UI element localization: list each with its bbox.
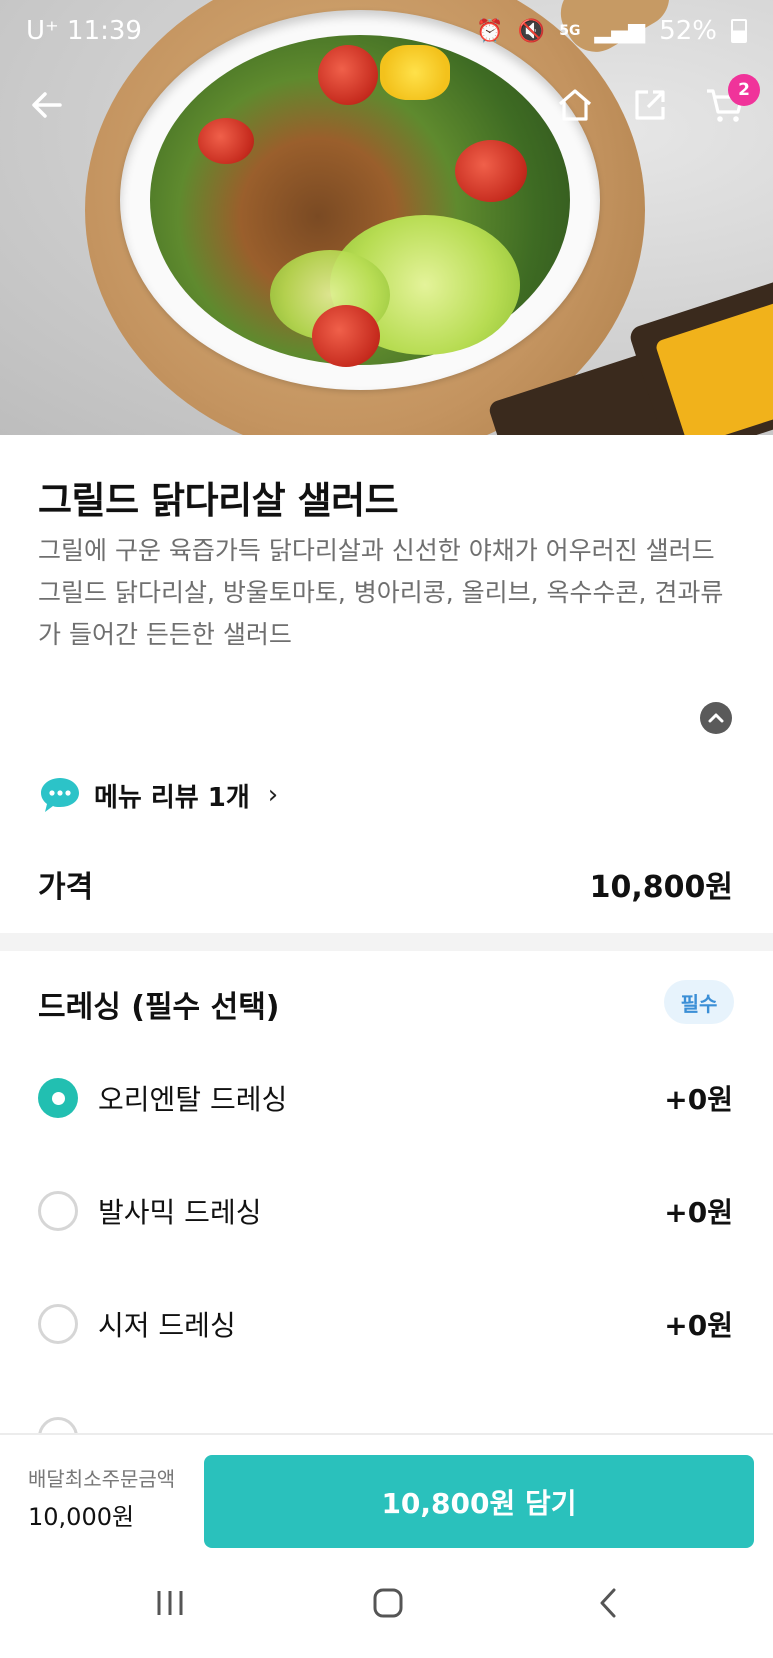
- dressing-option[interactable]: 오리엔탈 드레싱 +0원: [38, 1068, 733, 1128]
- signal-icon: ▂▄▆: [594, 18, 646, 44]
- tomato: [455, 140, 527, 202]
- mute-icon: 🔇: [517, 18, 546, 44]
- menu-review-link[interactable]: 메뉴 리뷰 1개 ›: [38, 775, 278, 815]
- arrow-left-icon: [32, 92, 62, 118]
- home-button[interactable]: [550, 80, 600, 130]
- clock: 11:39: [67, 16, 142, 46]
- radio-unselected[interactable]: [38, 1304, 78, 1344]
- chevron-up-icon: [708, 713, 724, 723]
- carrier-label: U⁺: [26, 16, 59, 46]
- option-price: +0원: [664, 1196, 733, 1229]
- back-button[interactable]: [22, 80, 72, 130]
- price-value: 10,800원: [589, 870, 733, 905]
- recent-apps-button[interactable]: [150, 1583, 190, 1623]
- option-price: +0원: [664, 1309, 733, 1342]
- dressing-option[interactable]: 발사믹 드레싱 +0원: [38, 1181, 733, 1241]
- recent-apps-icon: [157, 1591, 183, 1615]
- battery-label: 52%: [659, 16, 717, 46]
- tomato: [198, 118, 254, 164]
- battery-icon: [731, 19, 747, 43]
- price-label: 가격: [38, 870, 94, 905]
- review-count-label: 메뉴 리뷰 1개: [94, 782, 250, 813]
- dressing-option[interactable]: 시저 드레싱 +0원: [38, 1294, 733, 1354]
- chat-bubble-icon: [41, 778, 79, 812]
- network-label: 5G: [559, 23, 581, 39]
- menu-photo: [0, 0, 773, 435]
- status-bar: U⁺ 11:39 ⏰ 🔇 5G ▂▄▆ 52%: [0, 0, 773, 64]
- required-badge: 필수: [664, 980, 734, 1024]
- alarm-icon: ⏰: [476, 18, 504, 44]
- chevron-right-icon: ›: [267, 780, 279, 810]
- cart-count-badge: 2: [728, 74, 760, 106]
- option-price: +0원: [664, 1083, 733, 1116]
- radio-selected[interactable]: [38, 1078, 78, 1118]
- dressing-section-title: 드레싱 (필수 선택): [38, 990, 280, 1025]
- option-label: 발사믹 드레싱: [98, 1196, 262, 1229]
- menu-title: 그릴드 닭다리살 샐러드: [38, 479, 399, 522]
- system-navigation-bar: [0, 1553, 773, 1658]
- home-square-icon: [373, 1588, 403, 1618]
- bottom-order-bar: 배달최소주문금액 10,000원 10,800원 담기: [0, 1433, 773, 1555]
- min-order-value: 10,000원: [28, 1503, 135, 1531]
- min-order-label: 배달최소주문금액: [28, 1467, 176, 1491]
- option-label: 오리엔탈 드레싱: [98, 1083, 288, 1116]
- back-chevron-icon: [600, 1588, 616, 1618]
- option-label: 시저 드레싱: [98, 1309, 236, 1342]
- collapse-description-button[interactable]: [700, 702, 732, 734]
- radio-unselected[interactable]: [38, 1191, 78, 1231]
- home-icon: [558, 89, 592, 121]
- share-button[interactable]: [625, 80, 675, 130]
- description-line: 그릴드 닭다리살, 방울토마토, 병아리콩, 올리브, 옥수수콘, 견과류가 들…: [38, 578, 724, 649]
- tomato: [312, 305, 380, 367]
- description-line: 그릴에 구운 육즙가득 닭다리살과 신선한 야채가 어우러진 샐러드: [38, 536, 715, 565]
- add-to-cart-button[interactable]: 10,800원 담기: [204, 1455, 754, 1548]
- share-icon: [635, 90, 665, 120]
- menu-description: 그릴에 구운 육즙가득 닭다리살과 신선한 야채가 어우러진 샐러드 그릴드 닭…: [38, 530, 738, 656]
- home-system-button[interactable]: [368, 1583, 408, 1623]
- system-back-button[interactable]: [588, 1583, 628, 1623]
- section-divider: [0, 933, 773, 951]
- price-row: 가격 10,800원: [38, 862, 733, 906]
